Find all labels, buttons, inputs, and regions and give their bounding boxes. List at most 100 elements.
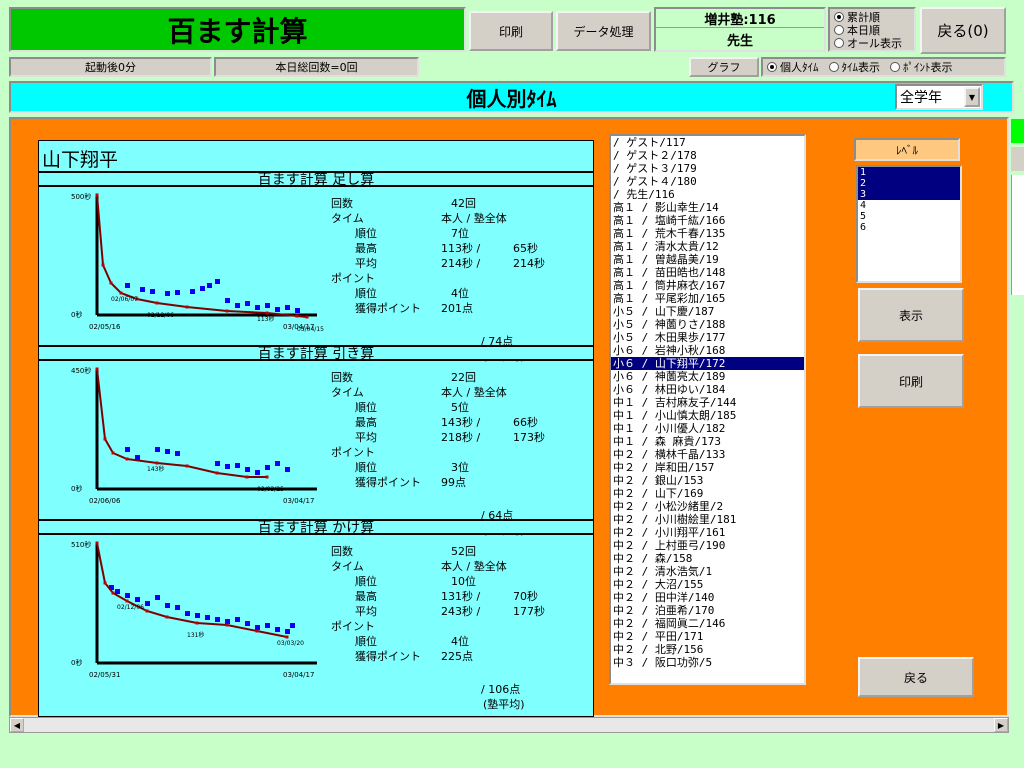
stat-row: 順位 10位 [331,573,571,588]
data-point [255,470,260,475]
trend-point [265,311,269,315]
level-label: ﾚﾍﾞﾙ [854,138,960,161]
list-item[interactable]: 中２ / 泊亜希/170 [611,604,804,617]
list-item[interactable]: 中１ / 小山慎太朗/185 [611,409,804,422]
list-item[interactable]: 中３ / 阪口功弥/5 [611,656,804,669]
stat-row: 順位 7位 [331,225,571,240]
data-processing-button[interactable]: データ処理 [556,11,651,51]
back-top-button[interactable]: 戻る(0) [920,7,1006,54]
stat-value: 65秒 [513,242,538,255]
stat-value: 113秒 / [441,242,481,255]
trend-point [255,629,259,633]
stat-row: ポイント [331,444,571,459]
view-personal-time-radio[interactable]: 個人ﾀｲﾑ [767,61,819,74]
student-list[interactable]: / ゲスト/117 / ゲスト２/178 / ゲスト３/179 / ゲスト４/1… [609,134,806,685]
show-button[interactable]: 表示 [858,288,964,342]
stat-value: ポイント [331,446,375,459]
list-item[interactable]: 高１ / 清水太貴/12 [611,240,804,253]
list-item[interactable]: 中２ / 大沼/155 [611,578,804,591]
graph-button[interactable]: グラフ [689,57,759,77]
data-point [225,298,230,303]
list-item[interactable]: 中２ / 平田/171 [611,630,804,643]
list-item[interactable]: 小６ / 林田ゆい/184 [611,383,804,396]
stat-row: 順位 4位 [331,285,571,300]
list-item[interactable]: 高１ / 曽越晶美/19 [611,253,804,266]
stat-row: 最高 131秒 / 70秒 [331,588,571,603]
print-button[interactable]: 印刷 [469,11,553,51]
scroll-left-icon[interactable]: ◀ [10,718,24,732]
list-item[interactable]: 小５ / 神薗りさ/188 [611,318,804,331]
data-point [125,593,130,598]
section-title-multiplication: 百ます計算 かけ算 [39,519,593,536]
sort-all-radio[interactable]: オール表示 [834,36,910,50]
trend-point [95,541,99,545]
data-point [225,619,230,624]
trend-point [145,609,149,613]
list-item[interactable]: 高１ / 荒木千春/135 [611,227,804,240]
list-item[interactable]: 中１ / 吉村麻友子/144 [611,396,804,409]
data-point [195,613,200,618]
list-item[interactable]: 高１ / 苗田皓也/148 [611,266,804,279]
stats-addition: 回数 42回 タイム 本人 / 塾全体 順位 7位 最高 113秒 / 65秒 平均 214秒 / 2… [331,195,571,363]
list-item[interactable]: 中２ / 上村亜弓/190 [611,539,804,552]
print-student-button[interactable]: 印刷 [858,354,964,408]
level-item[interactable]: 1 [858,167,960,178]
list-item[interactable]: 中２ / 横林千晶/133 [611,448,804,461]
list-item[interactable]: 中２ / 北野/156 [611,643,804,656]
list-item[interactable]: 小６ / 山下翔平/172 [611,357,804,370]
data-point [265,465,270,470]
time-chart-addition: 500秒0秒02/05/16 03/04/1702/06/0702/12/0611… [71,192,324,333]
list-item[interactable]: 高１ / 筒井麻衣/167 [611,279,804,292]
list-item[interactable]: 小６ / 岩神小秋/168 [611,344,804,357]
level-item[interactable]: 4 [858,200,960,211]
uptime-status: 起動後0分 [9,57,212,77]
grade-select[interactable]: 全学年 ▼ [895,84,983,110]
student-card: 山下翔平 百ます計算 足し算 500秒 0秒 02/05/16 03/04/17 02/… [38,140,594,717]
trend-point [285,635,289,639]
list-item[interactable]: 高１ / 影山幸生/14 [611,201,804,214]
stat-row: 平均 214秒 / 214秒 [331,255,571,270]
list-item[interactable]: 中２ / 清水浩気/1 [611,565,804,578]
stat-value: 獲得ポイント [355,650,421,663]
scroll-right-icon[interactable]: ▶ [994,718,1008,732]
list-item[interactable]: 高１ / 平尾彩加/165 [611,292,804,305]
list-item[interactable]: 小６ / 神薗亮太/189 [611,370,804,383]
chevron-down-icon[interactable]: ▼ [964,87,980,107]
view-time-radio[interactable]: ﾀｲﾑ表示 [828,61,880,74]
list-item[interactable]: 中２ / 田中洋/140 [611,591,804,604]
level-item[interactable]: 3 [858,189,960,200]
list-item[interactable]: 小５ / 山下慶/187 [611,305,804,318]
horizontal-scrollbar[interactable]: ◀ ▶ [9,717,1009,733]
list-item[interactable]: 中２ / 山下/169 [611,487,804,500]
x-start-label: 02/06/06 [89,497,121,505]
list-item[interactable]: 中２ / 銀山/153 [611,474,804,487]
stat-row: 平均 243秒 / 177秒 [331,603,571,618]
level-item[interactable]: 6 [858,222,960,233]
list-item[interactable]: / ゲスト４/180 [611,175,804,188]
list-item[interactable]: 中２ / 小松沙緒里/2 [611,500,804,513]
view-point-radio[interactable]: ﾎﾟｲﾝﾄ表示 [890,61,953,74]
list-item[interactable]: / 先生/116 [611,188,804,201]
stat-value: 回数 [331,197,353,210]
list-item[interactable]: 中１ / 森 麻貴/173 [611,435,804,448]
stat-value: 22回 [451,371,476,384]
today-count-status: 本日総回数=0回 [214,57,419,77]
level-item[interactable]: 5 [858,211,960,222]
list-item[interactable]: 中１ / 小川優人/182 [611,422,804,435]
list-item[interactable]: / ゲスト/117 [611,136,804,149]
back-button[interactable]: 戻る [858,657,974,697]
list-item[interactable]: 中２ / 福岡眞二/146 [611,617,804,630]
list-item[interactable]: 中２ / 小川翔平/161 [611,526,804,539]
level-list[interactable]: 123456 [856,165,962,283]
list-item[interactable]: 高１ / 塩崎千紘/166 [611,214,804,227]
list-item[interactable]: 中２ / 小川樹絵里/181 [611,513,804,526]
radio-label: 個人ﾀｲﾑ [780,61,819,74]
best-time-annotation: 131秒 [187,631,204,639]
list-item[interactable]: 中２ / 岸和田/157 [611,461,804,474]
stats-subtraction: 回数 22回 タイム 本人 / 塾全体 順位 5位 最高 143秒 / 66秒 平均 218秒 / 1… [331,369,571,537]
list-item[interactable]: 小５ / 木田果歩/177 [611,331,804,344]
list-item[interactable]: / ゲスト３/179 [611,162,804,175]
list-item[interactable]: / ゲスト２/178 [611,149,804,162]
level-item[interactable]: 2 [858,178,960,189]
list-item[interactable]: 中２ / 森/158 [611,552,804,565]
